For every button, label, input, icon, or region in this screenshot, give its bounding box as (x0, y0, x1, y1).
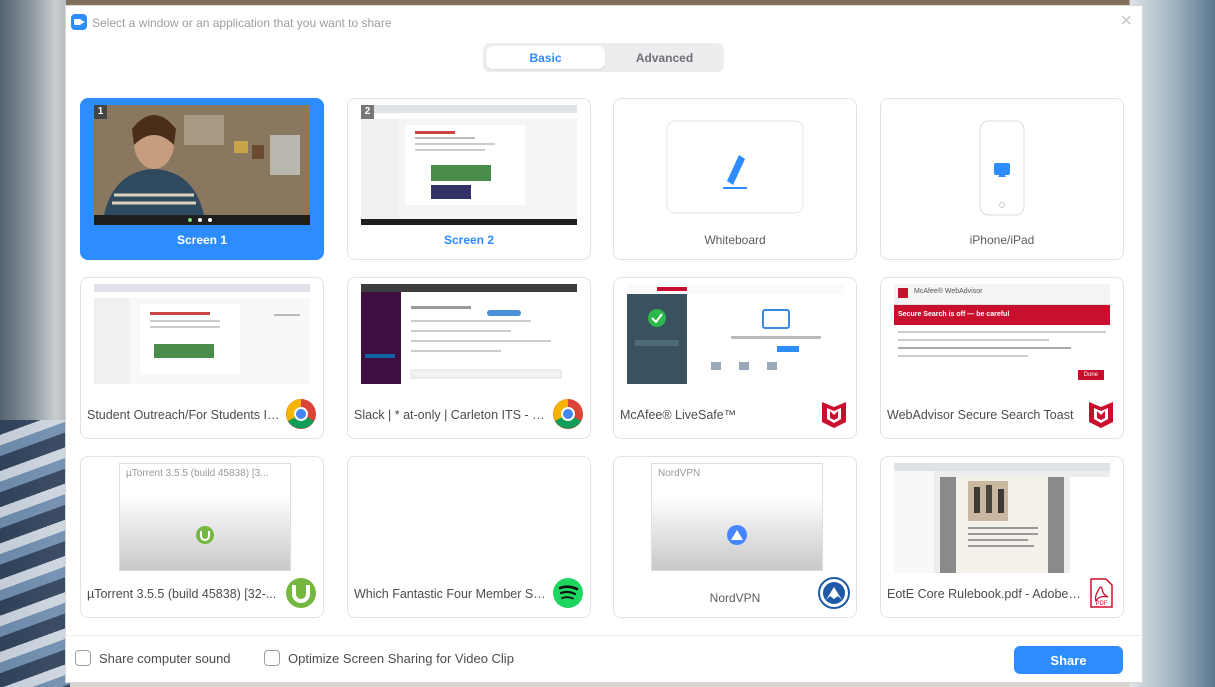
window-thumbnail (361, 284, 577, 384)
share-card-spotify[interactable]: Which Fantastic Four Member Su... (347, 456, 591, 618)
options-bar: Share computer sound Optimize Screen Sha… (66, 635, 1142, 682)
card-label: EotE Core Rulebook.pdf - Adobe ... (887, 587, 1083, 601)
screen-number-badge: 1 (94, 105, 107, 119)
card-label: Which Fantastic Four Member Su... (354, 587, 551, 601)
screen-1-thumbnail (94, 105, 310, 225)
done-button-thumb: Done (1077, 370, 1104, 380)
nordvpn-thumbnail: NordVPN (651, 463, 823, 571)
dialog-title: Select a window or an application that y… (92, 16, 392, 30)
share-tabs: Basic Advanced (483, 43, 724, 72)
share-button[interactable]: Share (1014, 646, 1123, 674)
share-card-iphone-ipad[interactable]: iPhone/iPad (880, 98, 1124, 260)
tab-advanced[interactable]: Advanced (605, 43, 724, 72)
share-card-screen-1[interactable]: 1 Screen 1 (80, 98, 324, 260)
screen-2-thumbnail (361, 105, 577, 225)
nordvpn-logo-icon (727, 525, 747, 545)
window-thumbnail (627, 284, 843, 384)
share-card-slack[interactable]: Slack | * at-only | Carleton ITS - G... (347, 277, 591, 439)
checkbox-box[interactable] (75, 650, 91, 666)
card-label: Whiteboard (704, 233, 766, 247)
share-card-screen-2[interactable]: 2 Screen 2 (347, 98, 591, 260)
iphone-thumbnail (979, 120, 1025, 216)
screen-number-badge: 2 (361, 105, 374, 119)
pdf-text: PDF (1096, 601, 1108, 607)
card-label: Screen 1 (176, 233, 228, 247)
share-card-utorrent[interactable]: µTorrent 3.5.5 (build 45838) [3... µTorr… (80, 456, 324, 618)
mcafee-icon (822, 402, 846, 428)
share-sound-checkbox[interactable]: Share computer sound (75, 650, 231, 666)
pdf-icon: PDF (1090, 578, 1113, 608)
close-icon[interactable]: × (1120, 10, 1132, 32)
titlebar: Select a window or an application that y… (66, 6, 1142, 38)
utorrent-icon (286, 578, 316, 608)
card-label: Student Outreach/For Students Id... (87, 408, 285, 422)
window-thumbnail (894, 463, 1110, 573)
card-label: µTorrent 3.5.5 (build 45838) [32-... (87, 587, 277, 601)
share-card-webadvisor[interactable]: McAfee® WebAdvisor Secure Search is off … (880, 277, 1124, 439)
share-card-student-outreach[interactable]: Student Outreach/For Students Id... (80, 277, 324, 439)
window-thumbnail (94, 284, 310, 384)
checkbox-box[interactable] (264, 650, 280, 666)
nordvpn-icon (818, 577, 850, 609)
card-label: WebAdvisor Secure Search Toast (887, 408, 1074, 422)
share-card-mcafee-livesafe[interactable]: McAfee® LiveSafe™ (613, 277, 857, 439)
share-screen-dialog: Select a window or an application that y… (66, 6, 1142, 682)
utorrent-thumbnail: µTorrent 3.5.5 (build 45838) [3... (119, 463, 291, 571)
webadvisor-banner: Secure Search is off — be careful (894, 305, 1110, 325)
chrome-icon (286, 399, 316, 429)
zoom-app-icon (71, 14, 87, 30)
whiteboard-thumbnail (666, 120, 804, 214)
webadvisor-thumbnail: McAfee® WebAdvisor Secure Search is off … (894, 284, 1110, 404)
thumb-title: µTorrent 3.5.5 (build 45838) [3... (126, 468, 269, 479)
optimize-video-label: Optimize Screen Sharing for Video Clip (288, 650, 514, 666)
spotify-icon (553, 578, 583, 608)
webadvisor-header: McAfee® WebAdvisor (914, 288, 983, 295)
optimize-video-checkbox[interactable]: Optimize Screen Sharing for Video Clip (264, 650, 514, 666)
mcafee-icon (1089, 402, 1113, 428)
tab-basic[interactable]: Basic (486, 46, 605, 69)
utorrent-logo-icon (196, 526, 214, 544)
share-card-nordvpn[interactable]: NordVPN NordVPN (613, 456, 857, 618)
chrome-icon (553, 399, 583, 429)
share-sound-label: Share computer sound (99, 650, 231, 666)
card-label: McAfee® LiveSafe™ (620, 408, 737, 422)
thumb-title: NordVPN (658, 468, 701, 479)
card-label: iPhone/iPad (969, 233, 1035, 247)
card-label: Screen 2 (443, 233, 495, 247)
card-label: Slack | * at-only | Carleton ITS - G... (354, 408, 552, 422)
share-card-adobe-pdf[interactable]: EotE Core Rulebook.pdf - Adobe ... PDF (880, 456, 1124, 618)
share-card-whiteboard[interactable]: Whiteboard (613, 98, 857, 260)
background-stripes (0, 420, 70, 687)
